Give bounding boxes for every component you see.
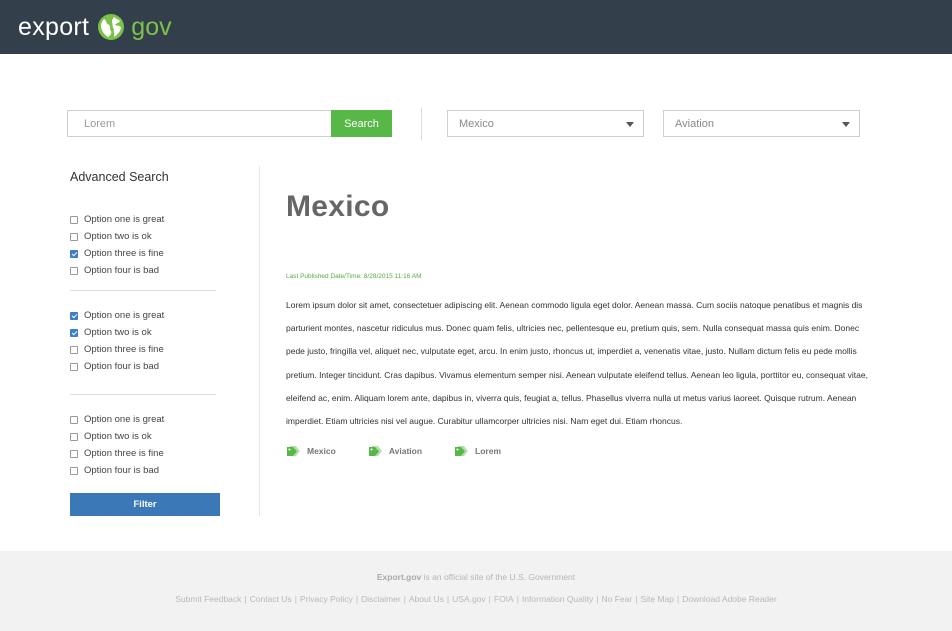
footer-link[interactable]: Site Map xyxy=(640,594,674,604)
checkbox[interactable] xyxy=(70,449,78,458)
globe-icon xyxy=(98,14,125,40)
footer-link-separator: | xyxy=(676,594,680,604)
checkbox-label: Option four is bad xyxy=(84,465,159,476)
site-logo[interactable]: export gov xyxy=(18,10,172,44)
footer-link-separator: | xyxy=(488,594,491,604)
checkbox-option[interactable]: Option three is fine xyxy=(70,343,164,356)
footer-link-separator: | xyxy=(355,594,359,604)
tag-lorem[interactable]: Lorem xyxy=(454,445,501,457)
checkbox-option[interactable]: Option four is bad xyxy=(70,360,159,373)
checkbox[interactable] xyxy=(70,266,78,275)
checkbox[interactable] xyxy=(70,345,78,354)
checkbox-label: Option one is great xyxy=(84,414,165,425)
footer-links: Submit Feedback | Contact Us | Privacy Polic… xyxy=(0,594,952,604)
checkbox-option[interactable]: Option one is great xyxy=(70,413,164,426)
group-separator xyxy=(70,394,216,395)
checkbox-label: Option one is great xyxy=(84,310,165,321)
logo-gov-text: gov xyxy=(131,12,172,41)
tag-aviation[interactable]: Aviation xyxy=(368,445,422,457)
site-footer: Export.gov is an official site of the U.… xyxy=(0,551,952,631)
group-separator xyxy=(70,290,216,291)
checkbox[interactable] xyxy=(70,215,78,224)
country-select-value: Mexico xyxy=(459,118,494,130)
search-divider xyxy=(421,108,422,140)
footer-link[interactable]: FOIA xyxy=(494,594,514,604)
checkbox-option[interactable]: Option two is ok xyxy=(70,326,152,339)
footer-link[interactable]: Privacy Policy xyxy=(300,594,353,604)
checkbox-label: Option one is great xyxy=(84,214,165,225)
site-header: export gov xyxy=(0,0,952,54)
checkbox-label: Option three is fine xyxy=(84,344,164,355)
checkbox[interactable] xyxy=(70,466,78,475)
caret-down-icon xyxy=(626,122,634,127)
checkbox-checked[interactable] xyxy=(70,249,78,258)
tag-label: Lorem xyxy=(475,446,502,456)
search-bar: Search Mexico Aviation xyxy=(67,108,867,140)
footer-link-separator: | xyxy=(294,594,297,604)
checkbox-option[interactable]: Option one is great xyxy=(70,309,164,322)
checkbox-checked[interactable] xyxy=(70,311,78,320)
checkbox-label: Option two is ok xyxy=(84,431,152,442)
advanced-search-panel: Advanced Search Option one is great Opti… xyxy=(70,170,220,516)
footer-link[interactable]: Information Quality xyxy=(522,594,593,604)
footer-link-separator: | xyxy=(516,594,519,604)
checkbox-option[interactable]: Option three is fine xyxy=(70,247,164,260)
checkbox-label: Option four is bad xyxy=(84,265,159,276)
checkbox-option[interactable]: Option three is fine xyxy=(70,447,164,460)
footer-link[interactable]: Download Adobe Reader xyxy=(682,594,777,604)
search-input[interactable] xyxy=(67,110,332,137)
checkbox-checked[interactable] xyxy=(70,328,78,337)
footer-link-separator: | xyxy=(596,594,599,604)
filter-button[interactable]: Filter xyxy=(70,493,220,516)
checkbox-option[interactable]: Option four is bad xyxy=(70,264,159,277)
published-date: Last Published Date/Time: 8/28/2015 11:1… xyxy=(286,273,422,280)
industry-select-value: Aviation xyxy=(675,118,714,130)
footer-link[interactable]: Contact Us xyxy=(250,594,292,604)
checkbox[interactable] xyxy=(70,232,78,241)
tag-icon xyxy=(287,446,300,456)
tag-label: Aviation xyxy=(388,446,423,456)
advanced-search-title: Advanced Search xyxy=(70,170,169,184)
checkbox[interactable] xyxy=(70,432,78,441)
page-title: Mexico xyxy=(286,190,390,223)
footer-link-separator: | xyxy=(244,594,247,604)
footer-link[interactable]: Submit Feedback xyxy=(175,594,241,604)
checkbox-option[interactable]: Option two is ok xyxy=(70,430,152,443)
checkbox-option[interactable]: Option two is ok xyxy=(70,230,152,243)
industry-select[interactable]: Aviation xyxy=(663,110,860,137)
footer-link[interactable]: Disclaimer xyxy=(361,594,401,604)
footer-link[interactable]: About Us xyxy=(409,594,444,604)
main-content: Mexico Last Published Date/Time: 8/28/20… xyxy=(286,190,871,456)
checkbox-label: Option three is fine xyxy=(84,448,164,459)
search-button[interactable]: Search xyxy=(331,110,392,137)
footer-link[interactable]: USA.gov xyxy=(452,594,486,604)
footer-link-separator: | xyxy=(446,594,450,604)
tag-list: Mexico Aviation Lorem xyxy=(286,445,533,457)
checkbox[interactable] xyxy=(70,362,78,371)
checkbox-label: Option two is ok xyxy=(84,327,152,338)
tag-mexico[interactable]: Mexico xyxy=(286,445,336,457)
footer-official-text: is an official site of the U.S. Governme… xyxy=(423,572,576,582)
tag-label: Mexico xyxy=(307,446,336,456)
logo-export-text: export xyxy=(18,12,90,41)
article-body: Lorem ipsum dolor sit amet, consectetuer… xyxy=(286,300,868,427)
footer-link-separator: | xyxy=(403,594,406,604)
content-divider xyxy=(259,166,260,516)
tag-icon xyxy=(455,446,469,456)
checkbox-label: Option four is bad xyxy=(84,361,159,372)
checkbox-label: Option three is fine xyxy=(84,248,164,259)
caret-down-icon xyxy=(842,122,850,127)
checkbox[interactable] xyxy=(70,415,78,424)
checkbox-option[interactable]: Option one is great xyxy=(70,213,164,226)
tag-icon xyxy=(368,446,382,456)
footer-link[interactable]: No Fear xyxy=(602,594,633,604)
checkbox-label: Option two is ok xyxy=(84,231,152,242)
footer-official-notice: Export.gov is an official site of the U.… xyxy=(0,572,952,582)
footer-site-name[interactable]: Export.gov xyxy=(377,572,421,582)
country-select[interactable]: Mexico xyxy=(447,110,644,137)
checkbox-option[interactable]: Option four is bad xyxy=(70,464,159,477)
footer-link-separator: | xyxy=(635,594,638,604)
